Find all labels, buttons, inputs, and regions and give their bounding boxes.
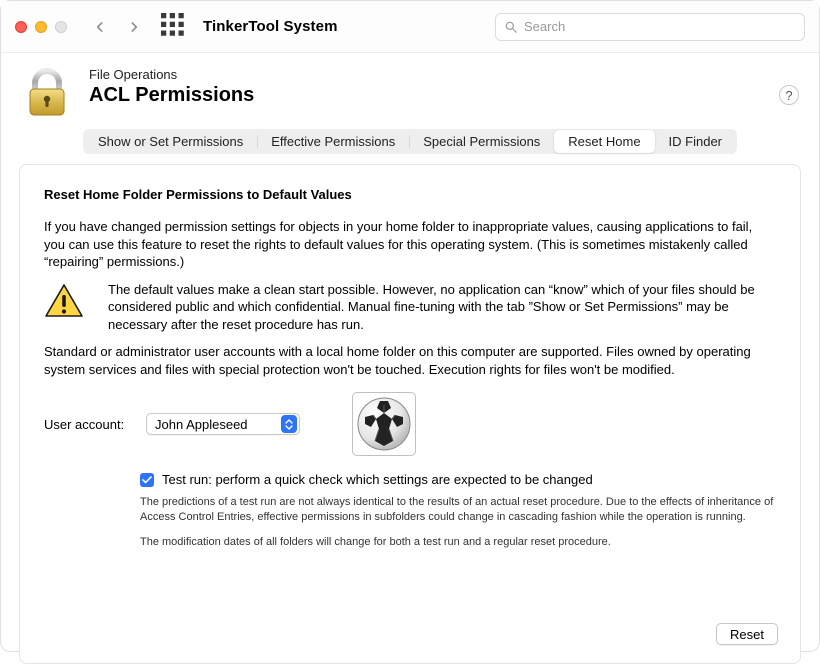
zoom-window-button[interactable]: [55, 21, 67, 33]
check-icon: [142, 476, 152, 484]
section-title: Reset Home Folder Permissions to Default…: [44, 187, 776, 202]
test-run-checkbox[interactable]: [140, 473, 154, 487]
tab-bar: Show or Set Permissions Effective Permis…: [83, 129, 737, 154]
forward-button[interactable]: [119, 13, 149, 41]
search-placeholder: Search: [524, 19, 796, 34]
help-button[interactable]: ?: [779, 85, 799, 105]
nav-buttons: [85, 13, 149, 41]
warning-row: The default values make a clean start po…: [44, 281, 776, 334]
account-select-value: John Appleseed: [155, 417, 248, 432]
user-avatar: [352, 392, 416, 456]
minimize-window-button[interactable]: [35, 21, 47, 33]
search-field[interactable]: Search: [495, 13, 805, 41]
test-run-note-2: The modification dates of all folders wi…: [140, 535, 776, 550]
back-button[interactable]: [85, 13, 115, 41]
app-title: TinkerTool System: [203, 18, 338, 35]
select-stepper-icon: [281, 415, 297, 433]
grid-icon: [161, 13, 189, 41]
test-run-label: Test run: perform a quick check which se…: [162, 472, 593, 487]
chevron-right-icon: [127, 20, 141, 34]
breadcrumb: File Operations: [89, 67, 254, 82]
reset-button-label: Reset: [730, 627, 764, 642]
warning-paragraph: The default values make a clean start po…: [108, 281, 776, 334]
page-title: ACL Permissions: [89, 84, 254, 107]
reset-button[interactable]: Reset: [716, 623, 778, 645]
account-select[interactable]: John Appleseed: [146, 413, 300, 435]
apps-grid-button[interactable]: [161, 13, 189, 41]
tab-effective[interactable]: Effective Permissions: [257, 130, 409, 153]
lock-icon: [21, 67, 73, 119]
page-header: File Operations ACL Permissions ?: [1, 53, 819, 119]
close-window-button[interactable]: [15, 21, 27, 33]
test-run-note-1: The predictions of a test run are not al…: [140, 495, 776, 525]
account-row: User account: John Appleseed: [44, 392, 776, 456]
intro-paragraph: If you have changed permission settings …: [44, 218, 776, 271]
support-paragraph: Standard or administrator user accounts …: [44, 343, 776, 378]
search-icon: [504, 20, 518, 34]
window-controls: [15, 21, 67, 33]
account-label: User account:: [44, 417, 134, 432]
tab-reset-home[interactable]: Reset Home: [554, 130, 654, 153]
tab-special[interactable]: Special Permissions: [409, 130, 554, 153]
titlebar: TinkerTool System Search: [1, 1, 819, 53]
tab-id-finder[interactable]: ID Finder: [655, 130, 736, 153]
chevron-left-icon: [93, 20, 107, 34]
soccer-ball-icon: [357, 397, 411, 451]
content-card: Reset Home Folder Permissions to Default…: [19, 164, 801, 664]
tab-show-or-set[interactable]: Show or Set Permissions: [84, 130, 257, 153]
warning-icon: [44, 281, 92, 334]
test-run-row: Test run: perform a quick check which se…: [140, 472, 776, 487]
